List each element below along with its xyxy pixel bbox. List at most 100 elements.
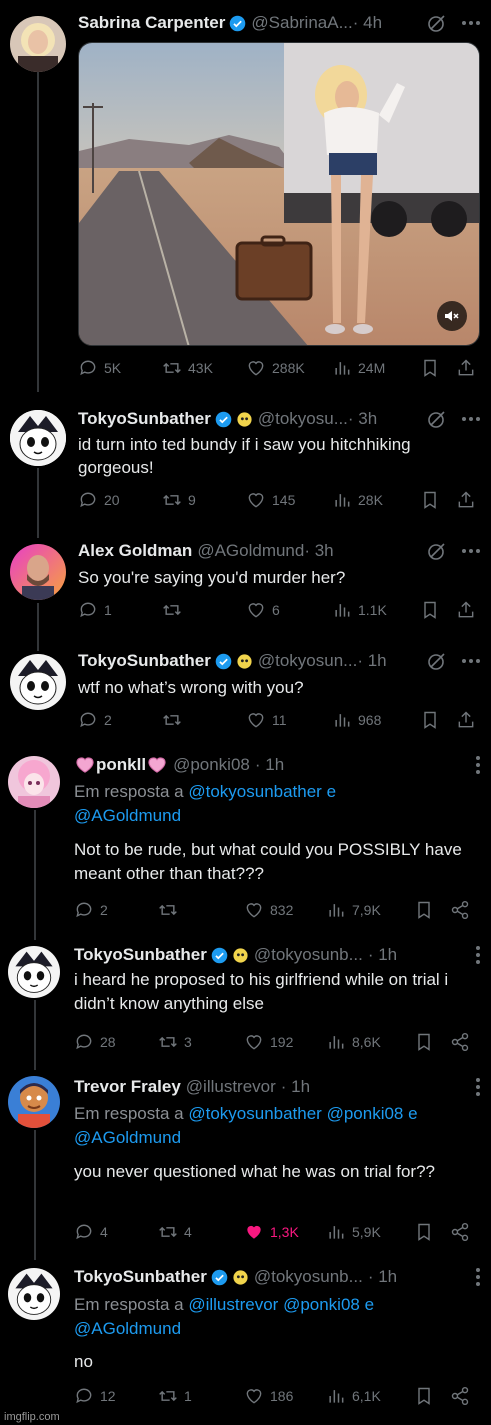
author-handle[interactable]: @tokyosu... bbox=[258, 409, 348, 429]
share-button[interactable] bbox=[450, 1032, 470, 1052]
mute-button[interactable] bbox=[437, 301, 467, 331]
more-options-icon[interactable] bbox=[461, 416, 481, 422]
bookmark-button[interactable] bbox=[414, 1222, 450, 1242]
video-media[interactable] bbox=[78, 42, 480, 346]
timestamp[interactable]: · 1h bbox=[281, 1077, 310, 1097]
timestamp[interactable]: · 3h bbox=[304, 541, 333, 561]
bookmark-button[interactable] bbox=[414, 900, 450, 920]
bookmark-button[interactable] bbox=[420, 600, 456, 620]
author-handle[interactable]: @tokyosun... bbox=[258, 651, 357, 671]
more-options-icon[interactable] bbox=[461, 548, 481, 554]
author-name[interactable]: TokyoSunbather bbox=[74, 1267, 207, 1287]
views-button[interactable]: 7,9K bbox=[326, 900, 414, 920]
author-name[interactable]: Sabrina Carpenter bbox=[78, 13, 225, 33]
like-button[interactable]: 288K bbox=[246, 358, 332, 378]
tweet[interactable]: ponkll @ponki08 · 1h Em resposta a @toky… bbox=[0, 742, 491, 938]
bookmark-button[interactable] bbox=[420, 358, 456, 378]
share-button[interactable] bbox=[450, 1386, 470, 1406]
timestamp[interactable]: · 1h bbox=[368, 1267, 397, 1287]
author-handle[interactable]: @SabrinaA... bbox=[251, 13, 352, 33]
more-options-vertical-icon[interactable] bbox=[475, 1267, 481, 1287]
author-name[interactable]: TokyoSunbather bbox=[78, 409, 211, 429]
share-button[interactable] bbox=[456, 710, 476, 730]
mention-link[interactable]: @illustrevor @ponki08 e bbox=[188, 1295, 374, 1314]
retweet-button[interactable]: 1 bbox=[158, 1386, 244, 1406]
bookmark-button[interactable] bbox=[420, 710, 456, 730]
like-button[interactable]: 6 bbox=[246, 600, 332, 620]
mention-link[interactable]: @AGoldmund bbox=[74, 806, 181, 825]
author-name[interactable]: ponkll bbox=[96, 755, 146, 775]
share-button[interactable] bbox=[456, 600, 476, 620]
avatar[interactable] bbox=[8, 1268, 60, 1320]
avatar[interactable] bbox=[10, 544, 66, 600]
like-button[interactable]: 192 bbox=[244, 1032, 326, 1052]
like-button[interactable]: 145 bbox=[246, 490, 332, 510]
author-handle[interactable]: @illustrevor bbox=[186, 1077, 276, 1097]
reply-button[interactable]: 1 bbox=[78, 600, 162, 620]
more-options-vertical-icon[interactable] bbox=[475, 755, 481, 775]
author-name[interactable]: TokyoSunbather bbox=[78, 651, 211, 671]
reply-button[interactable]: 4 bbox=[74, 1222, 158, 1242]
avatar[interactable] bbox=[8, 756, 60, 808]
author-handle[interactable]: @tokyosunb... bbox=[254, 1267, 363, 1287]
retweet-button[interactable] bbox=[162, 710, 246, 730]
views-button[interactable]: 5,9K bbox=[326, 1222, 414, 1242]
tweet[interactable]: TokyoSunbather @tokyosunb... · 1h Em res… bbox=[0, 1260, 491, 1425]
author-name[interactable]: TokyoSunbather bbox=[74, 945, 207, 965]
author-name[interactable]: Alex Goldman bbox=[78, 541, 192, 561]
more-options-vertical-icon[interactable] bbox=[475, 945, 481, 965]
reply-button[interactable]: 28 bbox=[74, 1032, 158, 1052]
grok-icon[interactable] bbox=[427, 13, 447, 33]
mention-link[interactable]: @tokyosunbather e bbox=[188, 782, 336, 801]
grok-icon[interactable] bbox=[427, 409, 447, 429]
tweet[interactable]: Sabrina Carpenter @SabrinaA... · 4h 5K 4… bbox=[0, 0, 491, 392]
like-button[interactable]: 11 bbox=[246, 710, 332, 730]
retweet-button[interactable]: 3 bbox=[158, 1032, 244, 1052]
mention-link[interactable]: @tokyosunbather @ponki08 e bbox=[188, 1104, 417, 1123]
mention-link[interactable]: @AGoldmund bbox=[74, 1128, 181, 1147]
like-button[interactable]: 1,3K bbox=[244, 1222, 326, 1242]
reply-button[interactable]: 5K bbox=[78, 358, 162, 378]
views-button[interactable]: 6,1K bbox=[326, 1386, 414, 1406]
avatar[interactable] bbox=[8, 946, 60, 998]
bookmark-button[interactable] bbox=[414, 1032, 450, 1052]
mention-link[interactable]: @AGoldmund bbox=[74, 1319, 181, 1338]
avatar[interactable] bbox=[10, 654, 66, 710]
tweet[interactable]: TokyoSunbather @tokyosu... · 3h id turn … bbox=[0, 392, 491, 532]
author-name[interactable]: Trevor Fraley bbox=[74, 1077, 181, 1097]
share-button[interactable] bbox=[456, 490, 476, 510]
grok-icon[interactable] bbox=[427, 651, 447, 671]
avatar[interactable] bbox=[10, 410, 66, 466]
views-button[interactable]: 8,6K bbox=[326, 1032, 414, 1052]
tweet[interactable]: TokyoSunbather @tokyosun... · 1h wtf no … bbox=[0, 642, 491, 742]
timestamp[interactable]: · 1h bbox=[357, 651, 386, 671]
views-button[interactable]: 24M bbox=[332, 358, 420, 378]
retweet-button[interactable] bbox=[162, 600, 246, 620]
grok-icon[interactable] bbox=[427, 541, 447, 561]
bookmark-button[interactable] bbox=[414, 1386, 450, 1406]
reply-button[interactable]: 2 bbox=[78, 710, 162, 730]
reply-button[interactable]: 2 bbox=[74, 900, 158, 920]
avatar[interactable] bbox=[8, 1076, 60, 1128]
share-button[interactable] bbox=[456, 358, 476, 378]
retweet-button[interactable]: 4 bbox=[158, 1222, 244, 1242]
like-button[interactable]: 832 bbox=[244, 900, 326, 920]
author-handle[interactable]: @AGoldmund bbox=[197, 541, 304, 561]
share-button[interactable] bbox=[450, 1222, 470, 1242]
more-options-icon[interactable] bbox=[461, 658, 481, 664]
like-button[interactable]: 186 bbox=[244, 1386, 326, 1406]
timestamp[interactable]: · 1h bbox=[255, 755, 284, 775]
reply-button[interactable]: 12 bbox=[74, 1386, 158, 1406]
avatar[interactable] bbox=[10, 16, 66, 72]
tweet[interactable]: Trevor Fraley @illustrevor · 1h Em respo… bbox=[0, 1066, 491, 1260]
tweet[interactable]: Alex Goldman @AGoldmund · 3h So you're s… bbox=[0, 532, 491, 642]
views-button[interactable]: 1.1K bbox=[332, 600, 420, 620]
share-button[interactable] bbox=[450, 900, 470, 920]
views-button[interactable]: 28K bbox=[332, 490, 420, 510]
retweet-button[interactable]: 9 bbox=[162, 490, 246, 510]
views-button[interactable]: 968 bbox=[332, 710, 420, 730]
timestamp[interactable]: · 4h bbox=[353, 13, 382, 33]
retweet-button[interactable] bbox=[158, 900, 244, 920]
more-options-vertical-icon[interactable] bbox=[475, 1077, 481, 1097]
more-options-icon[interactable] bbox=[461, 20, 481, 26]
